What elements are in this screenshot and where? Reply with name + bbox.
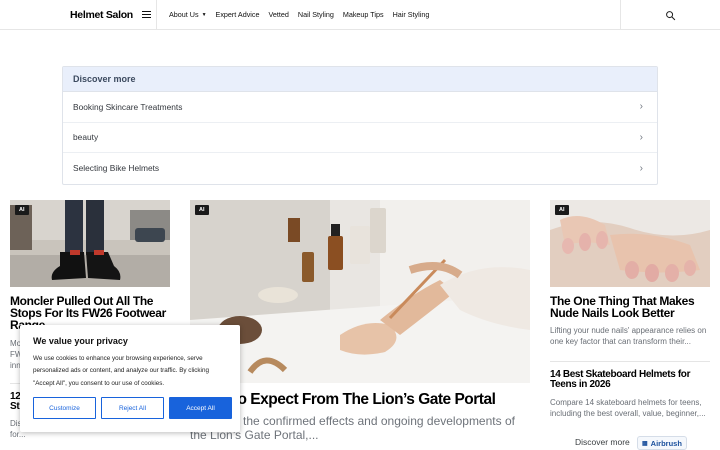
site-logo[interactable]: Helmet Salon — [70, 9, 133, 21]
skincare-photo — [190, 200, 530, 383]
airbrush-chip[interactable]: ▦ Airbrush — [637, 436, 687, 450]
discover-item-booking-skincare[interactable]: Booking Skincare Treatments › — [63, 92, 657, 123]
center-card-title[interactable]: What To Expect From The Lion’s Gate Port… — [190, 392, 535, 408]
right-card-image[interactable]: AI — [550, 200, 710, 287]
brand-area: Helmet Salon — [0, 0, 157, 30]
grid-icon: ▦ — [642, 440, 648, 447]
customize-button[interactable]: Customize — [33, 397, 96, 419]
left-card-image[interactable]: AI — [10, 200, 170, 287]
airbrush-label: Airbrush — [650, 438, 682, 448]
right-second-excerpt: Compare 14 skateboard helmets for teens,… — [550, 398, 706, 418]
ai-badge: AI — [195, 205, 209, 215]
nav-item-nail-styling[interactable]: Nail Styling — [298, 10, 334, 19]
main-nav: About Us ▼ Expert Advice Vetted Nail Styl… — [157, 0, 438, 30]
chevron-right-icon: › — [639, 101, 643, 113]
ai-badge: AI — [555, 205, 569, 215]
hamburger-menu-icon[interactable] — [141, 11, 151, 18]
ai-badge: AI — [15, 205, 29, 215]
cookie-buttons: Customize Reject All Accept All — [33, 397, 237, 419]
right-card-title[interactable]: The One Thing That Makes Nude Nails Look… — [550, 295, 710, 319]
nav-item-hair-styling[interactable]: Hair Styling — [393, 10, 430, 19]
discover-item-label: beauty — [73, 132, 99, 143]
center-card-excerpt: the confirmed effects and ongoing develo… — [190, 414, 515, 443]
nav-item-expert-advice[interactable]: Expert Advice — [216, 10, 260, 19]
chevron-down-icon: ▼ — [201, 11, 207, 18]
discover-item-beauty[interactable]: beauty › — [63, 123, 657, 153]
reject-all-button[interactable]: Reject All — [101, 397, 164, 419]
right-second-title[interactable]: 14 Best Skateboard Helmets for Teens in … — [550, 370, 710, 390]
cookie-title: We value your privacy — [33, 336, 128, 346]
boots-photo — [10, 200, 170, 287]
discover-more-footer-label[interactable]: Discover more — [575, 437, 630, 447]
nav-item-vetted[interactable]: Vetted — [268, 10, 288, 19]
center-card-image[interactable]: AI — [190, 200, 530, 383]
site-header: Helmet Salon About Us ▼ Expert Advice Vet… — [0, 0, 720, 30]
nav-item-makeup-tips[interactable]: Makeup Tips — [343, 10, 384, 19]
cookie-consent-dialog: We value your privacy We use cookies to … — [20, 325, 240, 432]
right-divider — [550, 361, 710, 362]
discover-item-label: Selecting Bike Helmets — [73, 163, 160, 174]
cookie-text: We use cookies to enhance your browsing … — [33, 355, 209, 387]
nav-item-about-us[interactable]: About Us ▼ — [169, 10, 207, 19]
discover-more-panel: Discover more Booking Skincare Treatment… — [62, 66, 658, 185]
right-card-excerpt: Lifting your nude nails' appearance reli… — [550, 326, 707, 346]
chevron-right-icon: › — [639, 131, 643, 143]
discover-item-bike-helmets[interactable]: Selecting Bike Helmets › — [63, 153, 657, 184]
discover-more-heading: Discover more — [63, 67, 657, 92]
chevron-right-icon: › — [639, 162, 643, 174]
discover-item-label: Booking Skincare Treatments — [73, 101, 183, 112]
search-icon — [666, 10, 676, 20]
search-button[interactable] — [620, 0, 720, 30]
accept-all-button[interactable]: Accept All — [169, 397, 232, 419]
nude-nails-photo — [550, 200, 710, 287]
nav-label: About Us — [169, 10, 199, 19]
